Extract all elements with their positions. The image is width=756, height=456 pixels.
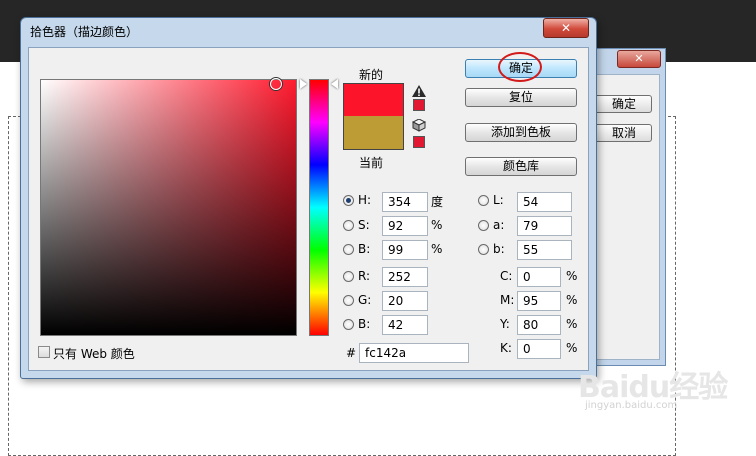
brightness-input[interactable]: 99 <box>382 240 428 260</box>
hue-slider-right-arrow[interactable] <box>331 79 338 89</box>
parent-ok-label: 确定 <box>611 97 636 111</box>
new-color-label: 新的 <box>359 68 384 82</box>
lab-a-label: a: <box>493 218 505 232</box>
current-color-swatch[interactable] <box>343 116 404 150</box>
saturation-input[interactable]: 92 <box>382 216 428 236</box>
web-colors-only-label: 只有 Web 颜色 <box>53 347 135 361</box>
brightness-label: B: <box>358 242 371 256</box>
black-input[interactable]: 0 <box>517 339 561 359</box>
hex-input[interactable]: fc142a <box>359 343 469 363</box>
red-input[interactable]: 252 <box>382 267 428 287</box>
gamut-correction-swatch[interactable] <box>413 99 425 111</box>
lab-a-input[interactable]: 79 <box>517 216 572 236</box>
cyan-label: C: <box>500 269 513 283</box>
hue-slider-left-arrow[interactable] <box>300 79 307 89</box>
radio-lab-a[interactable] <box>478 220 489 231</box>
red-label: R: <box>358 269 371 283</box>
magenta-label: M: <box>500 293 515 307</box>
green-label: G: <box>358 293 372 307</box>
blue-input[interactable]: 42 <box>382 315 428 335</box>
radio-green[interactable] <box>343 295 354 306</box>
hue-unit: 度 <box>431 195 444 209</box>
web-safe-cube-icon[interactable] <box>412 119 426 132</box>
lab-l-input[interactable]: 54 <box>517 192 572 212</box>
lab-b-input[interactable]: 55 <box>517 240 572 260</box>
lab-b-label: b: <box>493 242 505 256</box>
black-unit: % <box>566 341 578 355</box>
yellow-unit: % <box>566 317 578 331</box>
window-title: 拾色器（描边颜色） <box>30 25 139 39</box>
current-color-label: 当前 <box>359 156 384 170</box>
black-label: K: <box>500 341 512 355</box>
parent-dialog-close-button[interactable]: ✕ <box>617 50 661 68</box>
radio-red[interactable] <box>343 271 354 282</box>
parent-dialog-body <box>596 74 660 360</box>
out-of-gamut-warning-icon[interactable] <box>412 85 426 97</box>
yellow-input[interactable]: 80 <box>517 315 561 335</box>
magenta-input[interactable]: 95 <box>517 291 561 311</box>
cyan-input[interactable]: 0 <box>517 267 561 287</box>
parent-cancel-button[interactable]: 取消 <box>592 124 652 142</box>
parent-cancel-label: 取消 <box>611 126 636 140</box>
saturation-unit: % <box>431 218 443 232</box>
radio-blue[interactable] <box>343 319 354 330</box>
saturation-label: S: <box>358 218 370 232</box>
hue-label: H: <box>358 193 372 207</box>
add-to-swatches-button[interactable]: 添加到色板 <box>465 123 577 142</box>
hex-label: # <box>346 346 357 360</box>
color-field-picker-ring[interactable] <box>270 78 282 90</box>
radio-lab-b[interactable] <box>478 244 489 255</box>
brightness-unit: % <box>431 242 443 256</box>
hue-input[interactable]: 354 <box>382 192 428 212</box>
lab-l-label: L: <box>493 193 504 207</box>
hue-slider[interactable] <box>309 79 329 336</box>
web-colors-only-checkbox[interactable] <box>38 346 50 358</box>
parent-ok-button[interactable]: 确定 <box>592 95 652 113</box>
baidu-watermark-url: jingyan.baidu.com <box>585 400 678 411</box>
cyan-unit: % <box>566 269 578 283</box>
radio-hue[interactable] <box>343 195 354 206</box>
radio-lightness[interactable] <box>478 195 489 206</box>
reset-button[interactable]: 复位 <box>465 88 577 107</box>
highlight-circle-annotation <box>498 52 542 82</box>
blue-label: B: <box>358 317 371 331</box>
yellow-label: Y: <box>500 317 510 331</box>
new-color-swatch <box>343 83 404 116</box>
web-safe-swatch[interactable] <box>413 136 425 148</box>
window-close-button[interactable]: ✕ <box>543 18 589 38</box>
saturation-brightness-field[interactable] <box>40 79 297 336</box>
magenta-unit: % <box>566 293 578 307</box>
color-libraries-button[interactable]: 颜色库 <box>465 157 577 176</box>
radio-brightness[interactable] <box>343 244 354 255</box>
radio-saturation[interactable] <box>343 220 354 231</box>
green-input[interactable]: 20 <box>382 291 428 311</box>
